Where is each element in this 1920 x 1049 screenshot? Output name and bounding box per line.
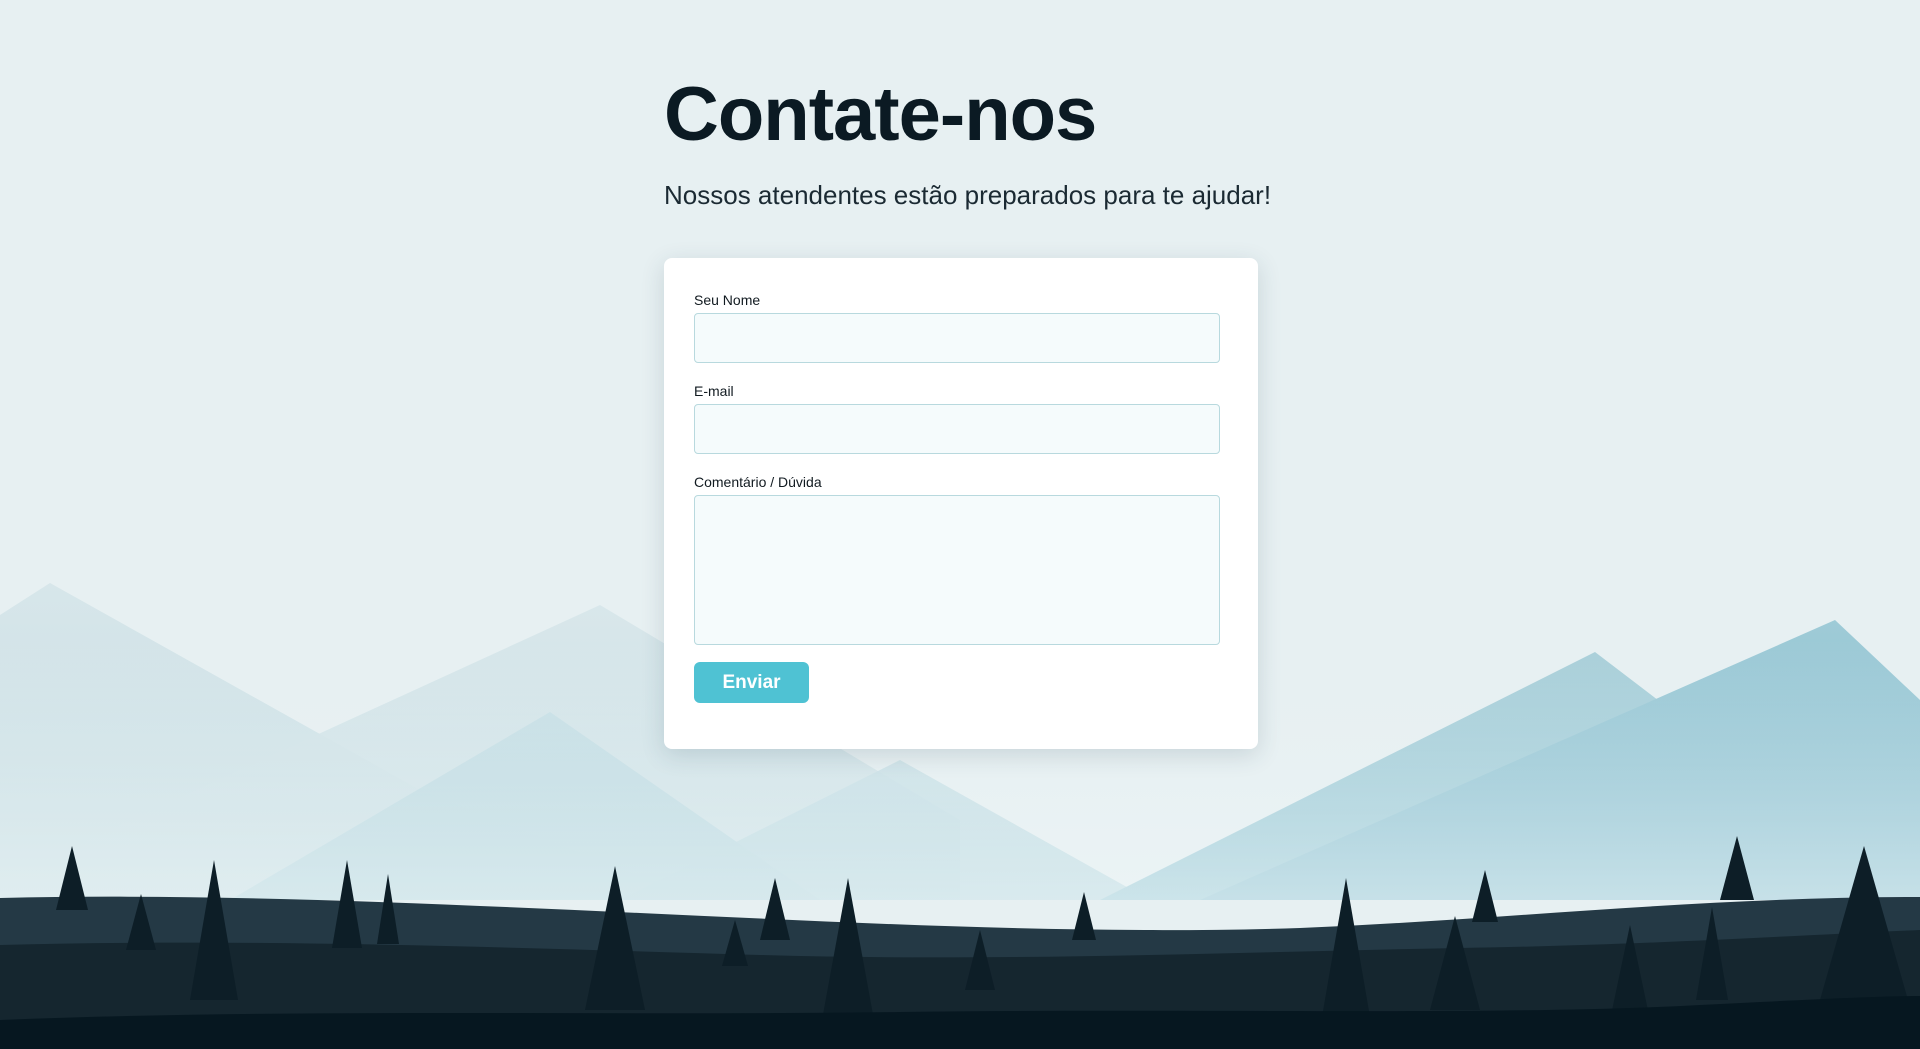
submit-button[interactable]: Enviar <box>694 662 809 703</box>
name-input[interactable] <box>694 313 1220 363</box>
email-label: E-mail <box>694 383 734 399</box>
email-input[interactable] <box>694 404 1220 454</box>
page-title: Contate-nos <box>664 72 1097 157</box>
contact-form-card: Seu Nome E-mail Comentário / Dúvida Envi… <box>664 258 1258 749</box>
comment-label: Comentário / Dúvida <box>694 474 822 490</box>
comment-textarea[interactable] <box>694 495 1220 645</box>
name-label: Seu Nome <box>694 292 761 308</box>
page-subtitle: Nossos atendentes estão preparados para … <box>664 180 1272 210</box>
